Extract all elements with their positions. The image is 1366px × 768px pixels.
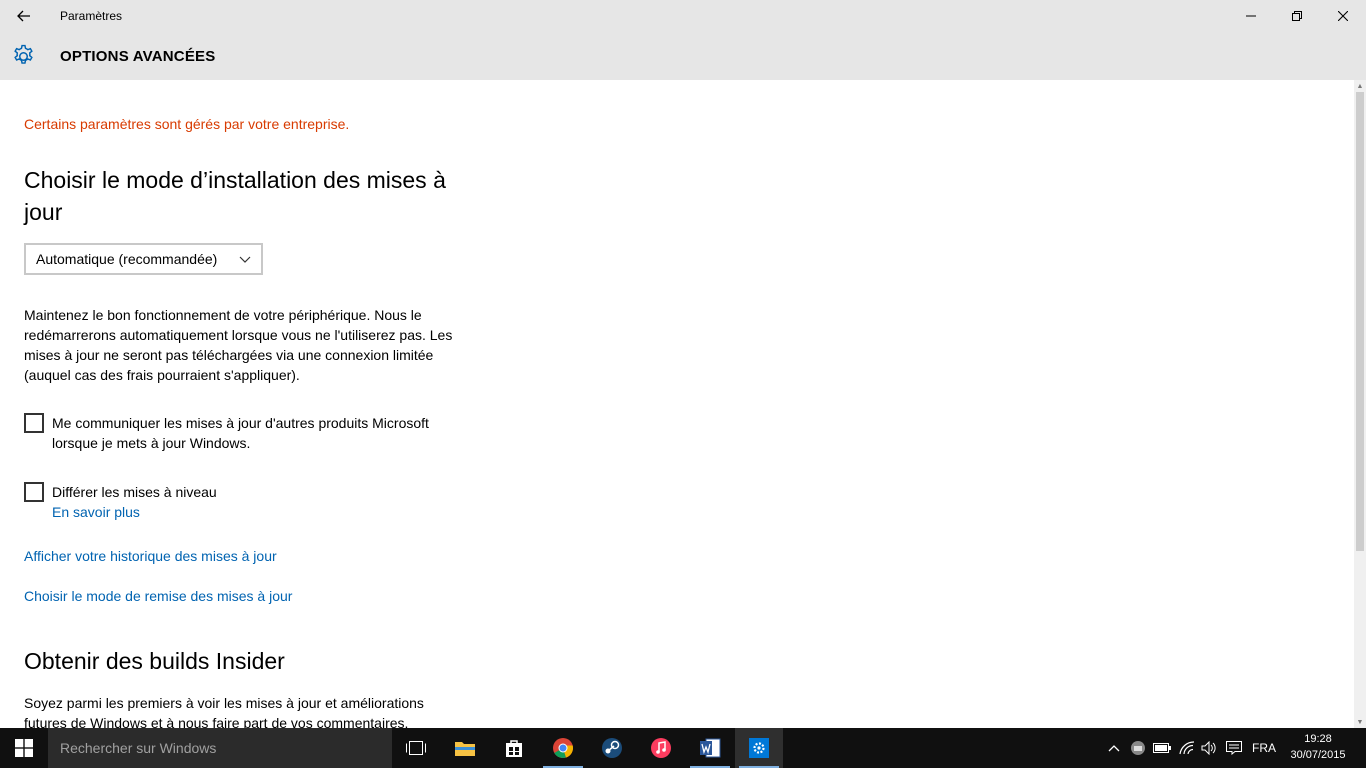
store-button[interactable] xyxy=(490,728,538,768)
install-mode-dropdown[interactable]: Automatique (recommandée) xyxy=(24,243,263,275)
task-view-button[interactable] xyxy=(392,728,440,768)
settings-content: Certains paramètres sont gérés par votre… xyxy=(0,80,1354,728)
chevron-down-icon xyxy=(239,256,251,263)
managed-notice: Certains paramètres sont gérés par votre… xyxy=(24,116,350,132)
store-bag-icon xyxy=(506,740,522,757)
clock-date: 30/07/2015 xyxy=(1290,749,1346,761)
folder-icon xyxy=(455,742,475,756)
page-title: OPTIONS AVANCÉES xyxy=(60,48,216,65)
clock[interactable]: 19:28 30/07/2015 xyxy=(1285,731,1351,763)
notifications-icon xyxy=(1226,741,1242,755)
windows-logo-icon xyxy=(15,739,33,757)
insider-description: Soyez parmi les premiers à voir les mise… xyxy=(24,695,424,728)
settings-gear-icon xyxy=(749,738,769,758)
itunes-button[interactable] xyxy=(637,728,685,768)
defer-upgrades-label: Différer les mises à niveau xyxy=(52,484,217,500)
install-mode-heading: Choisir le mode d’installation des mises… xyxy=(24,167,446,225)
chrome-button[interactable] xyxy=(539,728,587,768)
minimize-icon xyxy=(1246,15,1256,17)
scroll-up-arrow-icon[interactable]: ▲ xyxy=(1354,80,1366,92)
network-drive-tray-button[interactable] xyxy=(1128,738,1148,758)
wifi-icon xyxy=(1179,741,1195,755)
window-title: Paramètres xyxy=(60,9,123,23)
gear-icon xyxy=(14,44,33,64)
chevron-up-icon xyxy=(1108,745,1120,752)
back-button[interactable] xyxy=(8,4,40,28)
insider-heading: Obtenir des builds Insider xyxy=(24,648,285,674)
install-mode-description: Maintenez le bon fonctionnement de votre… xyxy=(24,307,453,383)
start-button[interactable] xyxy=(0,728,48,768)
taskbar: Rechercher sur Windows FRA 19:28 30/07/2… xyxy=(0,728,1366,768)
task-view-icon xyxy=(406,741,426,755)
word-icon xyxy=(700,738,721,758)
close-icon xyxy=(1338,11,1348,21)
steam-icon xyxy=(602,738,622,758)
battery-tray-button[interactable] xyxy=(1152,738,1172,758)
restore-icon xyxy=(1292,11,1302,21)
minimize-button[interactable] xyxy=(1228,0,1274,32)
word-button[interactable] xyxy=(686,728,734,768)
title-bar: Paramètres xyxy=(0,0,1366,32)
taskbar-search[interactable]: Rechercher sur Windows xyxy=(48,728,392,768)
settings-taskbar-button[interactable] xyxy=(735,728,783,768)
install-mode-value: Automatique (recommandée) xyxy=(36,251,218,267)
back-arrow-icon xyxy=(17,10,30,22)
update-history-link[interactable]: Afficher votre historique des mises à jo… xyxy=(24,548,277,564)
defer-upgrades-option: Différer les mises à niveau xyxy=(24,482,472,502)
page-header: OPTIONS AVANCÉES xyxy=(0,32,1366,80)
learn-more-link[interactable]: En savoir plus xyxy=(52,504,140,520)
wifi-tray-button[interactable] xyxy=(1177,738,1197,758)
other-products-option: Me communiquer les mises à jour d'autres… xyxy=(24,413,472,453)
other-products-label: Me communiquer les mises à jour d'autres… xyxy=(52,415,429,451)
other-products-checkbox[interactable] xyxy=(24,413,44,433)
restore-button[interactable] xyxy=(1274,0,1320,32)
speaker-icon xyxy=(1201,741,1216,755)
drive-icon xyxy=(1131,741,1145,755)
scroll-down-arrow-icon[interactable]: ▼ xyxy=(1354,716,1366,728)
volume-tray-button[interactable] xyxy=(1199,738,1219,758)
itunes-icon xyxy=(651,738,671,758)
steam-button[interactable] xyxy=(588,728,636,768)
scroll-thumb[interactable] xyxy=(1356,92,1364,551)
vertical-scrollbar[interactable]: ▲ ▼ xyxy=(1354,80,1366,728)
chrome-icon xyxy=(553,738,574,758)
battery-icon xyxy=(1153,743,1171,753)
clock-time: 19:28 xyxy=(1304,733,1332,745)
close-button[interactable] xyxy=(1320,0,1366,32)
show-hidden-icons-button[interactable] xyxy=(1104,738,1124,758)
defer-upgrades-checkbox[interactable] xyxy=(24,482,44,502)
update-delivery-link[interactable]: Choisir le mode de remise des mises à jo… xyxy=(24,588,292,604)
input-language[interactable]: FRA xyxy=(1252,741,1276,755)
file-explorer-button[interactable] xyxy=(441,728,489,768)
action-center-button[interactable] xyxy=(1224,738,1244,758)
